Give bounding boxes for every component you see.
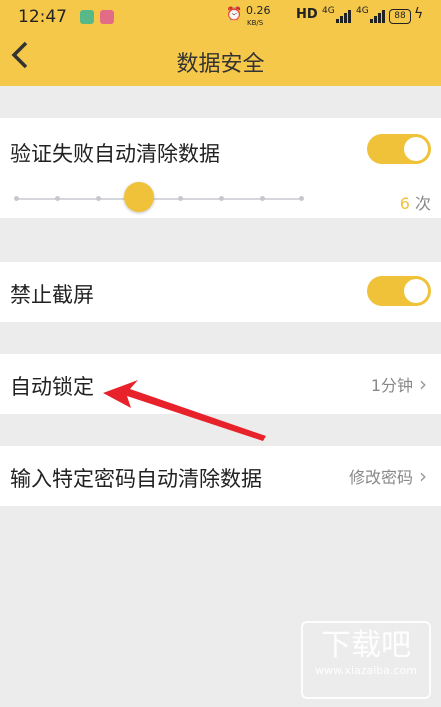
annotation-arrow — [103, 380, 266, 441]
red-arrow-icon — [103, 380, 266, 441]
watermark-text: 下载吧 — [321, 628, 411, 663]
watermark-url: www.xiazaiba.com — [314, 664, 418, 677]
watermark-logo: 下载吧 www.xiazaiba.com — [301, 621, 431, 699]
